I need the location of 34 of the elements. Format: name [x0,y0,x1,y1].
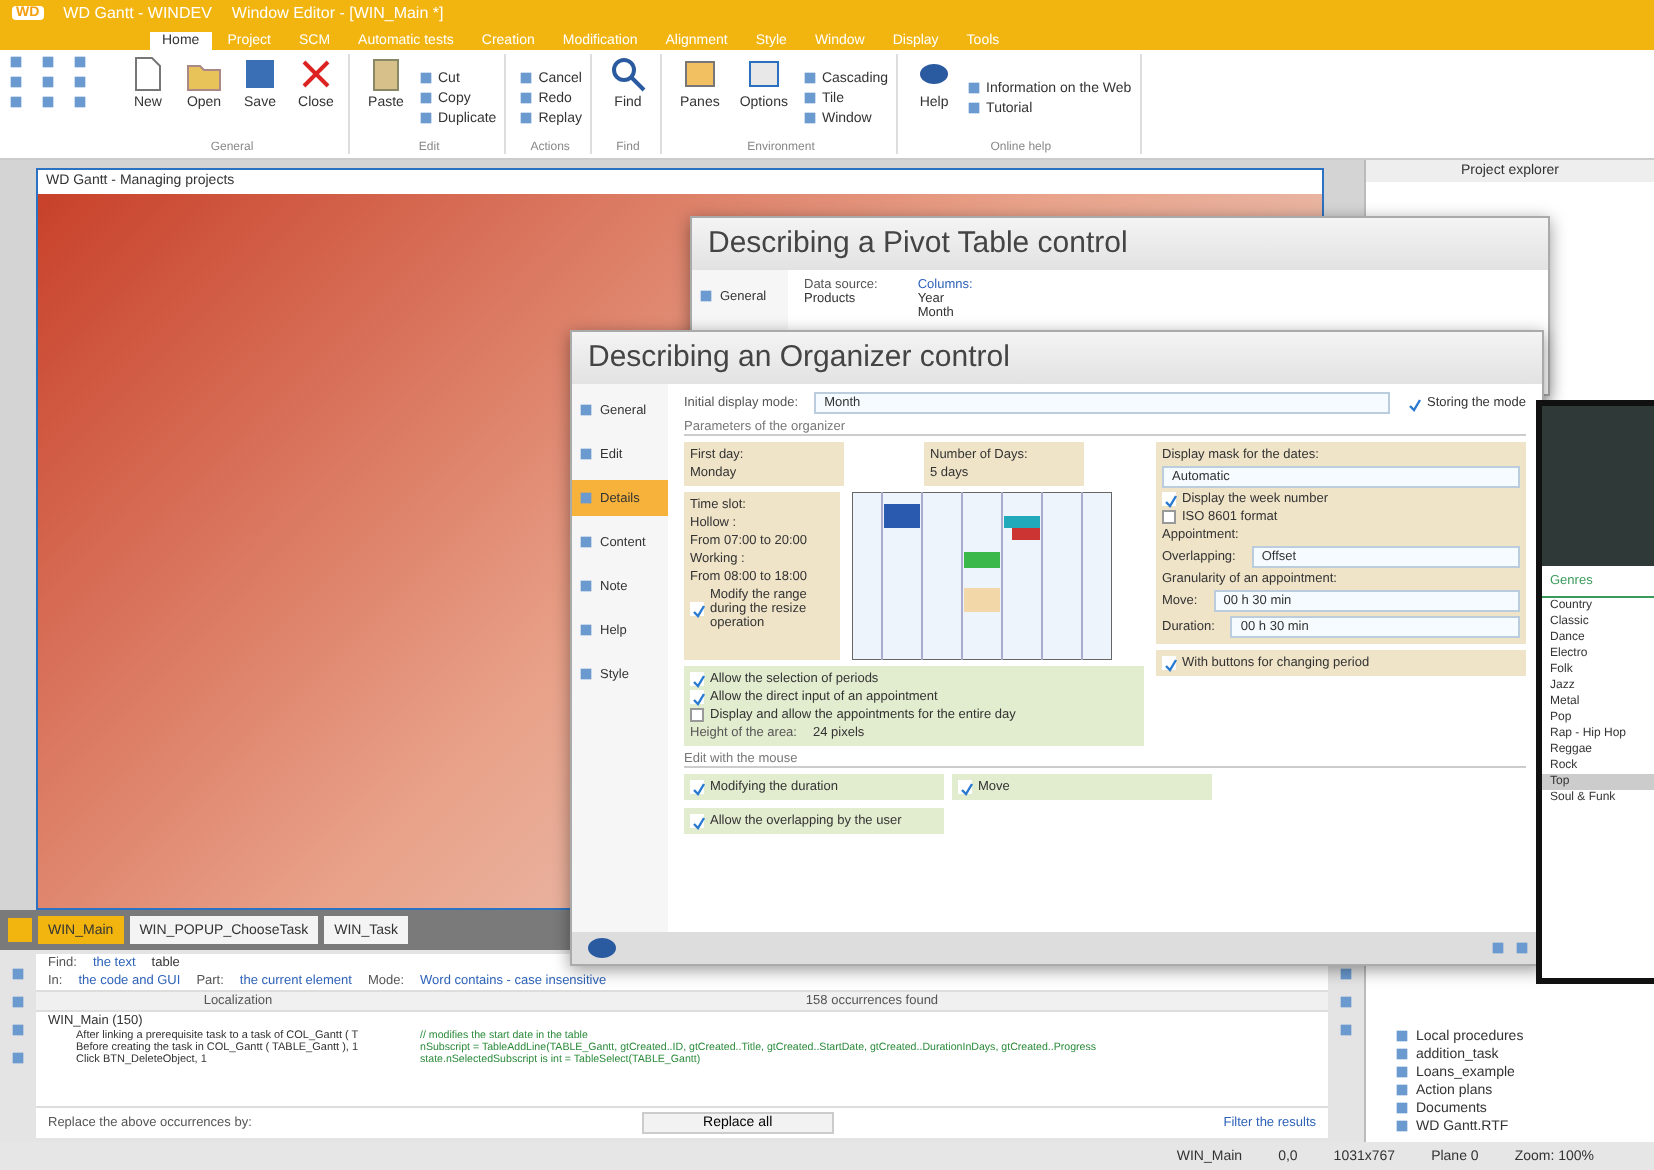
checkbox[interactable] [958,780,972,794]
square-icon [801,110,818,126]
options-icon [745,56,782,92]
dialog-title: Describing an Organizer control [572,332,1542,384]
square-icon [518,90,535,106]
paste-icon [368,56,404,92]
square-icon [418,90,434,106]
square-icon [801,90,818,106]
file-icon [130,56,166,92]
checkbox[interactable] [690,602,704,616]
app-title: WD Gantt - WINDEV [63,4,212,22]
checkbox[interactable] [1162,510,1176,524]
checkbox[interactable] [690,708,704,722]
editor-title: Window Editor - [WIN_Main *] [231,4,444,22]
square-icon [966,80,983,96]
square-icon [801,70,818,86]
checkbox[interactable] [1162,656,1176,670]
square-icon [418,70,434,86]
panes-icon [681,56,718,92]
square-icon [518,70,535,86]
square-icon [518,110,535,126]
square-icon [1490,940,1506,956]
checkbox[interactable] [690,690,704,704]
close-icon [298,56,334,92]
dialog-title: Describing a Pivot Table control [692,218,1548,270]
square-icon [418,110,434,126]
checkbox[interactable] [1162,492,1176,506]
save-icon [242,56,278,92]
checkbox[interactable] [690,814,704,828]
checkbox[interactable] [690,672,704,686]
search-icon [609,56,646,92]
square-icon [966,100,983,116]
checkbox[interactable] [690,780,704,794]
square-icon [1514,940,1530,956]
